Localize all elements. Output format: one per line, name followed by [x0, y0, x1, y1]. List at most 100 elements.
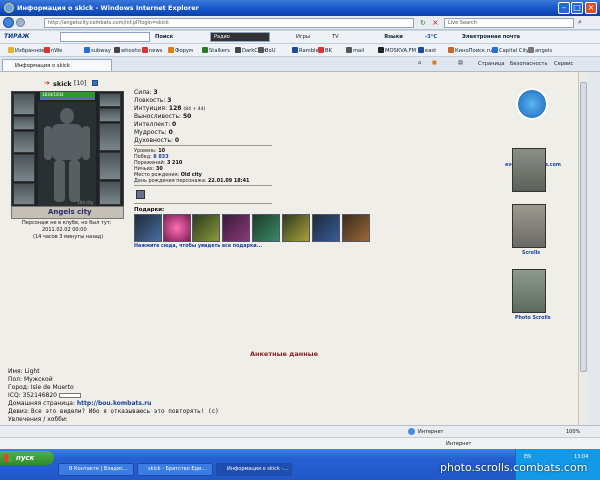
zoom-level[interactable]: 100%	[566, 429, 580, 435]
search-icon[interactable]: ⌕	[578, 18, 582, 27]
security-menu[interactable]: Безопасность	[510, 61, 548, 67]
favorites-link[interactable]: КиноПоиск.ru	[448, 47, 492, 54]
task-vkontakte[interactable]: В Контакте | Владис...	[58, 463, 134, 476]
equip-slot[interactable]	[99, 181, 121, 205]
clan-badge-icon[interactable]	[136, 190, 145, 199]
gifts-link[interactable]: Нажмите сюда, чтобы увидеть все подарки.…	[134, 244, 262, 249]
task-skick-brotherhood[interactable]: skick - Братство Еди...	[137, 463, 213, 476]
gift-item[interactable]	[312, 214, 340, 242]
feeds-icon[interactable]: ■	[432, 60, 437, 66]
brand-logo[interactable]: ТИРАЖ	[4, 33, 30, 40]
language-indicator[interactable]: EN	[524, 454, 531, 460]
anketa-city: Город: Isle de Muerto	[8, 384, 74, 391]
minimize-button[interactable]: –	[558, 2, 570, 14]
print-icon[interactable]: ▤	[458, 60, 463, 66]
gift-item[interactable]	[192, 214, 220, 242]
mail-button[interactable]: Электронная почта	[462, 34, 520, 40]
favorites-link-label: mail	[353, 48, 365, 54]
favorites-link[interactable]: news	[142, 47, 162, 54]
refresh-icon[interactable]: ↻	[420, 19, 426, 27]
weather-widget[interactable]: -3°C	[425, 34, 437, 40]
languages-menu[interactable]: Языки	[384, 34, 403, 40]
equip-slot[interactable]	[13, 183, 35, 205]
gift-item[interactable]	[252, 214, 280, 242]
forward-button[interactable]	[16, 18, 25, 27]
photo-scrolls-banner-icon[interactable]	[512, 269, 546, 313]
events-logo[interactable]	[516, 88, 548, 120]
favorites-link[interactable]: mail	[346, 47, 364, 54]
toolbar-search-button[interactable]: Поиск	[155, 34, 173, 40]
gift-item[interactable]	[342, 214, 370, 242]
favorites-link-label: whosho	[121, 48, 141, 54]
favorites-link[interactable]: BK	[318, 47, 332, 54]
home-icon[interactable]: ⌂	[418, 60, 421, 66]
divider	[134, 185, 272, 186]
favorites-link[interactable]: angels	[528, 47, 552, 54]
stat-row: Интеллект: 0	[134, 121, 177, 128]
anketa-homepage: Домашняя страница: http://bou.kombats.ru	[8, 400, 152, 407]
link-favicon-icon	[418, 47, 424, 53]
favorites-link[interactable]: MOSKVA.FM	[378, 47, 416, 54]
favorites-link[interactable]: Stalkers	[202, 47, 230, 54]
equip-slot[interactable]	[99, 93, 121, 107]
favorites-link-label: nWe	[51, 48, 63, 54]
info-icon[interactable]	[92, 80, 98, 86]
equip-slot[interactable]	[99, 152, 121, 180]
favorites-link[interactable]: subway	[84, 47, 111, 54]
homepage-link[interactable]: http://bou.kombats.ru	[77, 400, 152, 407]
scrolls-banner-icon[interactable]	[512, 204, 546, 248]
close-button[interactable]: ×	[585, 2, 597, 14]
equip-slot[interactable]	[99, 108, 121, 122]
page-menu[interactable]: Страница	[478, 61, 505, 67]
scrolls-link[interactable]: Scrolls	[522, 251, 540, 256]
favorites-link[interactable]: Rambler	[292, 47, 321, 54]
zone-text: Интернет	[418, 429, 444, 435]
games-menu[interactable]: Игры	[296, 34, 310, 40]
favorites-link[interactable]: Форум	[168, 47, 193, 54]
tab-current-page[interactable]: Информация о skick	[2, 59, 112, 71]
gifts-label: Подарки:	[134, 207, 165, 213]
equip-slot[interactable]	[13, 116, 35, 130]
favorites-link[interactable]: Избранное	[8, 47, 44, 54]
events-banner-icon[interactable]	[512, 148, 546, 192]
gift-item[interactable]	[163, 214, 191, 242]
link-favicon-icon	[528, 47, 534, 53]
stop-icon[interactable]: ×	[432, 18, 439, 27]
custom-toolbar: ТИРАЖ Поиск Радио Игры TV Языки -3°C Эле…	[0, 31, 600, 44]
equip-slot[interactable]	[13, 93, 35, 115]
link-favicon-icon	[378, 47, 384, 53]
maximize-button[interactable]: □	[571, 2, 583, 14]
gift-item[interactable]	[134, 214, 162, 242]
equip-slot[interactable]	[99, 123, 121, 151]
service-menu[interactable]: Сервис	[554, 61, 573, 67]
tv-menu[interactable]: TV	[332, 34, 339, 40]
favorites-link[interactable]: east	[418, 47, 436, 54]
gift-item[interactable]	[282, 214, 310, 242]
clock[interactable]: 13:04	[574, 454, 588, 460]
attack-arrow-icon[interactable]: ➔	[44, 79, 50, 87]
photo-scrolls-link[interactable]: Photo Scrolls	[515, 316, 551, 321]
favorites-link[interactable]: BoU	[258, 47, 276, 54]
link-favicon-icon	[202, 47, 208, 53]
vertical-scrollbar[interactable]	[578, 72, 588, 425]
search-input[interactable]: Live Search	[444, 18, 574, 28]
favorites-link[interactable]: nWe	[44, 47, 62, 54]
favorites-link[interactable]: whosho	[114, 47, 141, 54]
stat-row: Интуиция: 128 (84 + 44)	[134, 105, 206, 112]
ie-logo-icon	[4, 3, 14, 13]
stat-row: Духовность: 0	[134, 137, 180, 144]
toolbar-search-input[interactable]	[60, 32, 150, 42]
favorites-link[interactable]: Capital City	[492, 47, 529, 54]
links-toolbar: Избранное nWe subway whosho news Форум Stalker…	[0, 44, 600, 57]
anketa-heading: Анкетные данные	[250, 350, 319, 358]
equip-slot[interactable]	[13, 154, 35, 182]
gift-item[interactable]	[222, 214, 250, 242]
windows-flag-icon	[4, 454, 12, 462]
radio-selector[interactable]: Радио	[210, 32, 270, 42]
equip-slot[interactable]	[13, 131, 35, 153]
task-skick-info[interactable]: Информация о skick -...	[216, 463, 292, 476]
address-bar[interactable]: http://angelscity.combats.com/inf.pl?log…	[44, 18, 414, 28]
detail-row: День рождения персонажа: 22.01.09 18:41	[134, 178, 250, 184]
city-name: Angels city	[48, 208, 92, 216]
back-button[interactable]	[3, 17, 14, 28]
